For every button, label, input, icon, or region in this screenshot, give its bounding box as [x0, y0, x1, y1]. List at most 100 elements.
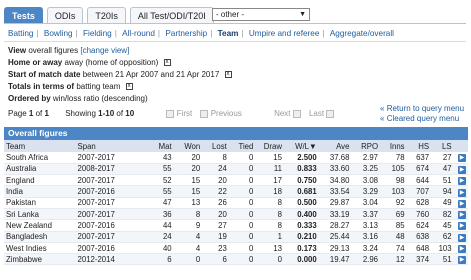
table-cell: 3.24	[351, 242, 381, 255]
tab-all-formats[interactable]: All Test/ODI/T20I	[129, 7, 214, 24]
table-cell: 0.750	[283, 174, 319, 187]
table-cell: 1	[255, 231, 284, 243]
col-header[interactable]: HS	[406, 140, 432, 152]
col-header[interactable]: Draw	[255, 140, 284, 152]
table-cell: 374	[406, 253, 432, 266]
other-format-select[interactable]: - other - ▼	[212, 8, 310, 21]
last-link[interactable]: Last	[309, 109, 324, 118]
first-link[interactable]: First	[177, 109, 193, 118]
table-cell: 3.08	[351, 174, 381, 187]
col-header[interactable]: RPO	[351, 140, 381, 152]
table-cell: 62	[431, 231, 454, 243]
table-cell: 69	[380, 208, 407, 221]
table-cell: 51	[431, 174, 454, 187]
team-cell: Australia	[4, 163, 76, 176]
nav-umpire[interactable]: Umpire and referee	[249, 29, 320, 38]
row-details-icon[interactable]: ▶	[458, 256, 466, 265]
table-row[interactable]: Australia 2008-2017 55 20 24 0 11 0.833 33.60 3.2…	[4, 163, 468, 176]
col-header[interactable]: Ave	[318, 140, 352, 152]
previous-link[interactable]: Previous	[211, 109, 242, 118]
table-cell: 2007-2016	[75, 185, 150, 198]
table-cell: 3.13	[351, 219, 381, 232]
query-start-date: Start of match date between 21 Apr 2007 …	[8, 70, 232, 79]
query-ordered-by: Ordered by win/loss ratio (descending)	[8, 94, 148, 103]
table-row[interactable]: Pakistan 2007-2017 47 13 26 0 8 0.500 29.87 3.04 9…	[4, 197, 468, 209]
table-cell: 33.54	[318, 185, 352, 198]
nav-bowling[interactable]: Bowling	[44, 29, 73, 38]
table-cell: 6	[202, 253, 229, 266]
table-cell: 0	[228, 185, 256, 198]
table-cell: 0	[228, 197, 256, 209]
col-header[interactable]: Mat	[149, 140, 174, 152]
cleared-query-menu-link[interactable]: « Cleared query menu	[380, 114, 459, 123]
previous-page-icon	[200, 109, 209, 118]
tab-odis[interactable]: ODIs	[46, 7, 84, 24]
table-cell: 8	[173, 208, 203, 221]
row-details-icon[interactable]: ▶	[458, 188, 466, 197]
table-row[interactable]: New Zealand 2007-2016 44 9 27 0 8 0.333 28.27 3.1…	[4, 219, 468, 232]
table-cell: 48	[380, 231, 407, 243]
col-header-sorted[interactable]: W/L▼	[283, 140, 319, 152]
table-caption: Overall figures	[4, 127, 468, 140]
col-header[interactable]: Lost	[202, 140, 229, 152]
table-row[interactable]: South Africa 2007-2017 43 20 8 0 15 2.500 37.68 2…	[4, 152, 468, 164]
table-cell: 34.80	[318, 174, 352, 187]
nav-partnership[interactable]: Partnership	[165, 29, 207, 38]
col-header[interactable]: LS	[431, 140, 454, 152]
row-details-icon[interactable]: ▶	[458, 233, 466, 242]
tab-t20is[interactable]: T20Is	[87, 7, 126, 24]
col-header[interactable]: Team	[4, 140, 76, 152]
table-cell: 20	[202, 174, 229, 187]
table-row[interactable]: India 2007-2016 55 15 22 0 18 0.681 33.54 3.29 103…	[4, 185, 468, 198]
query-totals: Totals in terms of batting team x	[8, 82, 133, 91]
nav-aggregate[interactable]: Aggregate/overall	[330, 29, 394, 38]
table-body: South Africa 2007-2017 43 20 8 0 15 2.500 37.68 2…	[4, 152, 468, 266]
row-details-icon[interactable]: ▶	[458, 165, 466, 174]
table-cell: 15	[173, 174, 203, 187]
table-cell: 27	[202, 219, 229, 232]
table-cell: 15	[173, 185, 203, 198]
table-cell: 11	[255, 163, 284, 176]
remove-filter-icon[interactable]: x	[125, 83, 133, 91]
change-view-link[interactable]: [change view]	[80, 46, 129, 55]
select-value: - other -	[216, 10, 245, 19]
table-cell: 103	[380, 185, 407, 198]
team-cell: South Africa	[4, 152, 76, 164]
col-header[interactable]: Won	[173, 140, 203, 152]
nav-batting[interactable]: Batting	[8, 29, 34, 38]
col-header[interactable]: Inns	[380, 140, 407, 152]
remove-filter-icon[interactable]: x	[163, 59, 171, 67]
col-header[interactable]: Span	[75, 140, 150, 152]
table-cell: 49	[431, 197, 454, 209]
table-cell: 0	[228, 163, 256, 176]
nav-team[interactable]: Team	[218, 29, 239, 38]
table-cell: 51	[431, 253, 454, 266]
table-cell: 15	[255, 152, 284, 164]
team-cell: Pakistan	[4, 197, 76, 209]
table-row[interactable]: West Indies 2007-2016 40 4 23 0 13 0.173 29.13 3.…	[4, 242, 468, 255]
return-query-menu-link[interactable]: « Return to query menu	[380, 104, 464, 113]
row-details-icon[interactable]: ▶	[458, 222, 466, 231]
col-header[interactable]: Tied	[228, 140, 256, 152]
nav-fielding[interactable]: Fielding	[83, 29, 112, 38]
table-row[interactable]: Sri Lanka 2007-2017 36 8 20 0 8 0.400 33.19 3.37 6…	[4, 208, 468, 221]
table-row[interactable]: England 2007-2017 52 15 20 0 17 0.750 34.80 3.08 9…	[4, 174, 468, 187]
tab-tests[interactable]: Tests	[4, 7, 43, 24]
tab-divider	[4, 23, 466, 24]
row-details-icon[interactable]: ▶	[458, 177, 466, 186]
table-row[interactable]: Bangladesh 2007-2017 24 4 19 0 1 0.210 25.44 3.16…	[4, 231, 468, 243]
nav-all-round[interactable]: All-round	[122, 29, 155, 38]
row-details-icon[interactable]: ▶	[458, 211, 466, 220]
table-cell: 644	[406, 174, 432, 187]
table-cell: 28.27	[318, 219, 352, 232]
table-cell: 2007-2017	[75, 174, 150, 187]
row-details-icon[interactable]: ▶	[458, 199, 466, 208]
table-cell: 760	[406, 208, 432, 221]
row-details-icon[interactable]: ▶	[458, 245, 466, 254]
row-details-icon[interactable]: ▶	[458, 154, 466, 163]
table-cell: 0	[228, 219, 256, 232]
remove-filter-icon[interactable]: x	[224, 71, 232, 79]
table-cell: 92	[380, 197, 407, 209]
next-link[interactable]: Next	[274, 109, 290, 118]
table-row[interactable]: Zimbabwe 2012-2014 6 0 6 0 0 0.000 19.47 2.96 12 37…	[4, 253, 468, 266]
